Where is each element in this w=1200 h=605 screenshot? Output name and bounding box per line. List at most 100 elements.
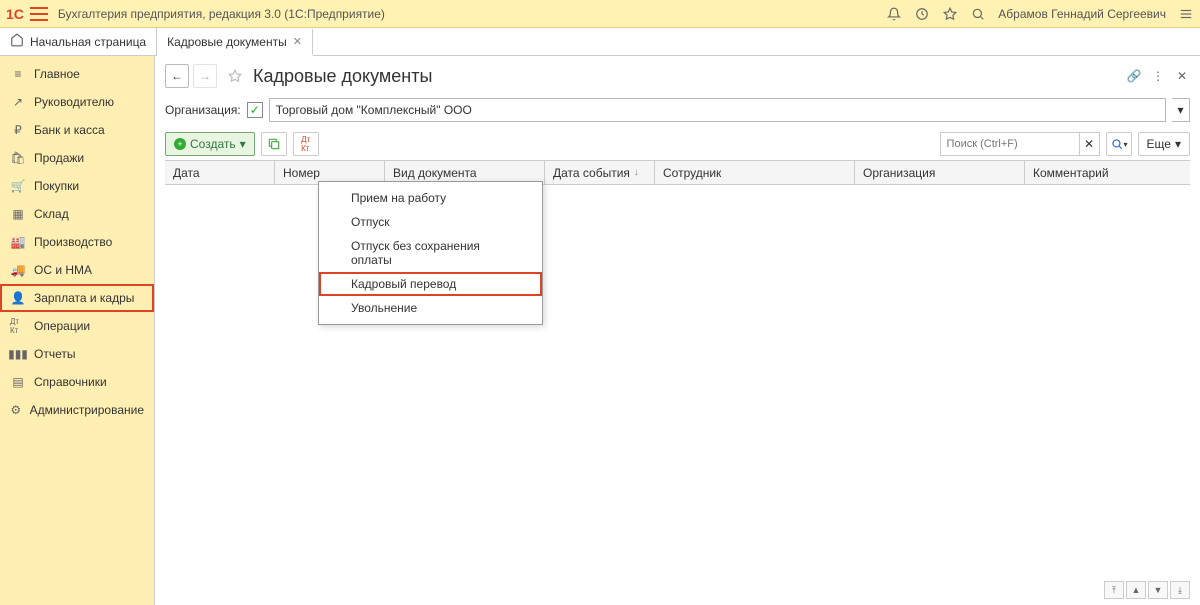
scroll-up-button[interactable]: ▲ — [1126, 581, 1146, 599]
sidebar-item-salary[interactable]: 👤 Зарплата и кадры — [0, 284, 154, 312]
sidebar-item-bank[interactable]: ₽ Банк и касса — [0, 116, 154, 144]
back-button[interactable]: ← — [165, 64, 189, 88]
more-vert-icon[interactable]: ⋮ — [1150, 68, 1166, 84]
bag-icon: 🛍 — [10, 150, 26, 166]
page-title: Кадровые документы — [253, 66, 432, 87]
sidebar-label: Отчеты — [34, 347, 75, 361]
person-icon: 👤 — [10, 290, 26, 306]
favorite-star-icon[interactable] — [227, 68, 243, 84]
sidebar: ≡ Главное ↗ Руководителю ₽ Банк и касса 🛍 Пр… — [0, 56, 155, 605]
cart-icon: 🛒 — [10, 178, 26, 194]
tabs-row: Начальная страница Кадровые документы ✕ — [0, 28, 1200, 56]
bell-icon[interactable] — [886, 6, 902, 22]
home-icon — [10, 33, 24, 50]
sidebar-item-purchases[interactable]: 🛒 Покупки — [0, 172, 154, 200]
ruble-icon: ₽ — [10, 122, 26, 138]
bars-icon: ▮▮▮ — [10, 346, 26, 362]
org-select[interactable]: Торговый дом "Комплексный" ООО — [269, 98, 1166, 122]
th-employee[interactable]: Сотрудник — [655, 161, 855, 184]
chevron-down-icon: ▾ — [1175, 137, 1181, 151]
close-page-icon[interactable]: ✕ — [1174, 68, 1190, 84]
scroll-top-button[interactable]: ⤒ — [1104, 581, 1124, 599]
menu-burger-icon[interactable] — [30, 7, 48, 21]
org-value: Торговый дом "Комплексный" ООО — [276, 103, 472, 117]
th-comment[interactable]: Комментарий — [1025, 161, 1190, 184]
org-dropdown-button[interactable]: ▾ — [1172, 98, 1190, 122]
sidebar-label: Покупки — [34, 179, 79, 193]
menu-item-dismissal[interactable]: Увольнение — [319, 296, 542, 320]
sidebar-item-admin[interactable]: ⚙ Администрирование — [0, 396, 154, 424]
menu-item-vacation[interactable]: Отпуск — [319, 210, 542, 234]
sidebar-label: Продажи — [34, 151, 84, 165]
chevron-down-icon: ▾ — [240, 137, 246, 151]
logo-1c[interactable]: 1C — [6, 6, 24, 22]
sidebar-item-main[interactable]: ≡ Главное — [0, 60, 154, 88]
plus-icon: + — [174, 138, 186, 150]
search-box: ✕ — [940, 132, 1100, 156]
th-event-date[interactable]: Дата события↓ — [545, 161, 655, 184]
filter-label: Организация: — [165, 103, 241, 117]
dtkt-icon: Дт Кт — [10, 318, 26, 334]
sidebar-label: Склад — [34, 207, 69, 221]
tab-documents[interactable]: Кадровые документы ✕ — [157, 29, 313, 56]
sidebar-item-production[interactable]: 🏭 Производство — [0, 228, 154, 256]
sidebar-label: Банк и касса — [34, 123, 105, 137]
history-icon[interactable] — [914, 6, 930, 22]
sidebar-item-warehouse[interactable]: ▦ Склад — [0, 200, 154, 228]
table-nav: ⤒ ▲ ▼ ⤓ — [1104, 581, 1190, 599]
clear-search-button[interactable]: ✕ — [1080, 132, 1100, 156]
tab-home[interactable]: Начальная страница — [0, 28, 157, 55]
sidebar-item-manager[interactable]: ↗ Руководителю — [0, 88, 154, 116]
sidebar-label: Производство — [34, 235, 112, 249]
tab-documents-label: Кадровые документы — [167, 35, 287, 49]
create-dropdown-menu: Прием на работу Отпуск Отпуск без сохран… — [318, 181, 543, 325]
th-date[interactable]: Дата — [165, 161, 275, 184]
scroll-down-button[interactable]: ▼ — [1148, 581, 1168, 599]
top-bar: 1C Бухгалтерия предприятия, редакция 3.0… — [0, 0, 1200, 28]
star-icon[interactable] — [942, 6, 958, 22]
more-label: Еще — [1147, 137, 1171, 151]
menu-item-hire[interactable]: Прием на работу — [319, 186, 542, 210]
menu-item-unpaid-vacation[interactable]: Отпуск без сохранения оплаты — [319, 234, 542, 272]
chart-icon: ↗ — [10, 94, 26, 110]
menu-item-transfer[interactable]: Кадровый перевод — [319, 272, 542, 296]
boxes-icon: ▦ — [10, 206, 26, 222]
sidebar-label: Администрирование — [30, 403, 144, 417]
sidebar-label: Справочники — [34, 375, 107, 389]
sidebar-item-reports[interactable]: ▮▮▮ Отчеты — [0, 340, 154, 368]
list-icon: ≡ — [10, 66, 26, 82]
create-label: Создать — [190, 137, 236, 151]
th-org[interactable]: Организация — [855, 161, 1025, 184]
app-title: Бухгалтерия предприятия, редакция 3.0 (1… — [58, 7, 385, 21]
search-input[interactable] — [940, 132, 1080, 156]
user-name[interactable]: Абрамов Геннадий Сергеевич — [998, 7, 1166, 21]
dtkt-button[interactable]: ДтКт — [293, 132, 319, 156]
tab-home-label: Начальная страница — [30, 35, 146, 49]
search-icon[interactable] — [970, 6, 986, 22]
factory-icon: 🏭 — [10, 234, 26, 250]
org-checkbox[interactable]: ✓ — [247, 102, 263, 118]
sidebar-label: Зарплата и кадры — [34, 291, 134, 305]
user-menu-icon[interactable] — [1178, 6, 1194, 22]
sort-arrow-icon: ↓ — [634, 167, 639, 178]
create-button[interactable]: + Создать ▾ — [165, 132, 255, 156]
gear-icon: ⚙ — [10, 402, 22, 418]
sidebar-item-sales[interactable]: 🛍 Продажи — [0, 144, 154, 172]
more-button[interactable]: Еще ▾ — [1138, 132, 1190, 156]
book-icon: ▤ — [10, 374, 26, 390]
truck-icon: 🚚 — [10, 262, 26, 278]
link-icon[interactable]: 🔗 — [1126, 68, 1142, 84]
content-area: ← → Кадровые документы 🔗 ⋮ ✕ Организация… — [155, 56, 1200, 605]
sidebar-item-operations[interactable]: Дт Кт Операции — [0, 312, 154, 340]
copy-button[interactable] — [261, 132, 287, 156]
close-icon[interactable]: ✕ — [293, 35, 302, 48]
sidebar-item-assets[interactable]: 🚚 ОС и НМА — [0, 256, 154, 284]
sidebar-label: Операции — [34, 319, 90, 333]
sidebar-label: ОС и НМА — [34, 263, 92, 277]
forward-button[interactable]: → — [193, 64, 217, 88]
sidebar-label: Руководителю — [34, 95, 114, 109]
search-button[interactable]: ▾ — [1106, 132, 1132, 156]
sidebar-item-refs[interactable]: ▤ Справочники — [0, 368, 154, 396]
scroll-bottom-button[interactable]: ⤓ — [1170, 581, 1190, 599]
sidebar-label: Главное — [34, 67, 80, 81]
